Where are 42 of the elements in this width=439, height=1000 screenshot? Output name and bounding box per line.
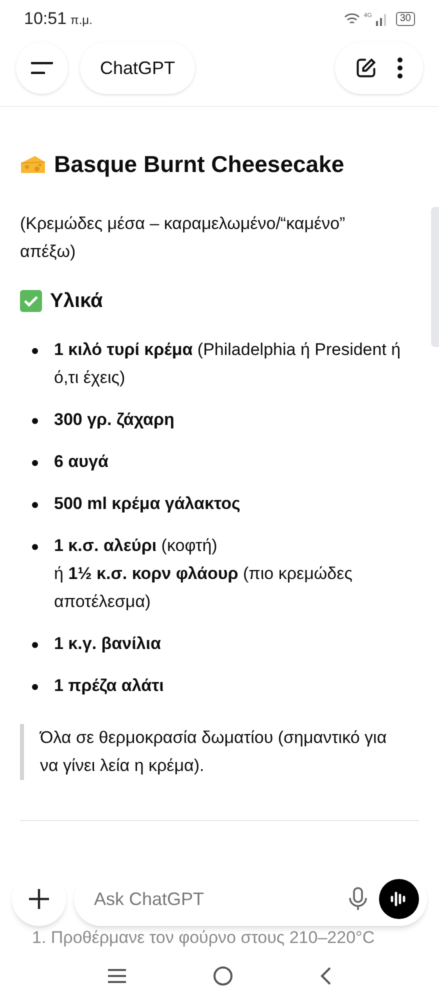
- battery-indicator: 30: [396, 12, 415, 26]
- ingredient-text: 300 γρ. ζάχαρη: [54, 408, 174, 430]
- waveform-icon: [390, 891, 408, 907]
- bullet-icon: [32, 348, 38, 354]
- signal-icon: [376, 12, 388, 26]
- recipe-title: Basque Burnt Cheesecake: [54, 150, 344, 179]
- step-text: 1. Προθέρμανε τον φούρνο στους 210–220°C: [32, 928, 375, 947]
- new-chat-icon[interactable]: [355, 57, 377, 79]
- back-icon[interactable]: [320, 966, 332, 986]
- ingredient-text: 6 αυγά: [54, 450, 108, 472]
- plus-icon: [28, 888, 50, 910]
- message-input[interactable]: Ask ChatGPT: [94, 886, 337, 912]
- scroll-bar[interactable]: [431, 207, 439, 347]
- note-quote: Όλα σε θερμοκρασία δωματίου (σημαντικό για να γίνει λεία η κρέμα).: [40, 726, 388, 776]
- status-ampm: π.μ.: [70, 12, 92, 30]
- status-time: 10:51: [24, 8, 67, 30]
- add-button[interactable]: [12, 872, 66, 926]
- menu-icon: [31, 62, 53, 74]
- wifi-icon: [344, 12, 360, 26]
- model-title-button[interactable]: ChatGPT: [80, 42, 196, 94]
- menu-button[interactable]: [16, 42, 68, 94]
- bullet-icon: [32, 684, 38, 690]
- bullet-icon: [32, 502, 38, 508]
- ingredient-text: 1 κ.σ. αλεύρι (κοφτή): [54, 534, 218, 556]
- home-icon[interactable]: [212, 966, 232, 986]
- bullet-icon: [32, 642, 38, 648]
- ingredient-text: 500 ml κρέμα γάλακτος: [54, 492, 240, 514]
- microphone-icon[interactable]: [349, 887, 367, 911]
- bullet-icon: [32, 418, 38, 424]
- section-heading: Υλικά: [50, 288, 103, 314]
- recipe-subtitle: (Κρεμώδες μέσα – καραμελωμένο/“καμένο” απέξω): [20, 212, 346, 262]
- ingredient-text: 1 κ.γ. βανίλια: [54, 632, 161, 654]
- voice-mode-button[interactable]: [379, 879, 419, 919]
- more-options-icon[interactable]: [397, 57, 403, 79]
- recent-apps-icon[interactable]: [108, 969, 126, 983]
- cheese-icon: [20, 154, 46, 174]
- ingredient-text: 1 πρέζα αλάτι: [54, 674, 164, 696]
- bullet-icon: [32, 460, 38, 466]
- bullet-icon: [32, 544, 38, 550]
- ingredient-text: ή 1½ κ.σ. κορν φλάουρ (πιο κρεμώδες αποτέλεσμα): [54, 562, 354, 612]
- check-mark-icon: [20, 290, 42, 312]
- ingredient-text: 1 κιλό τυρί κρέμα (Philadelphia ή President ή ό,τι έχεις): [54, 338, 402, 388]
